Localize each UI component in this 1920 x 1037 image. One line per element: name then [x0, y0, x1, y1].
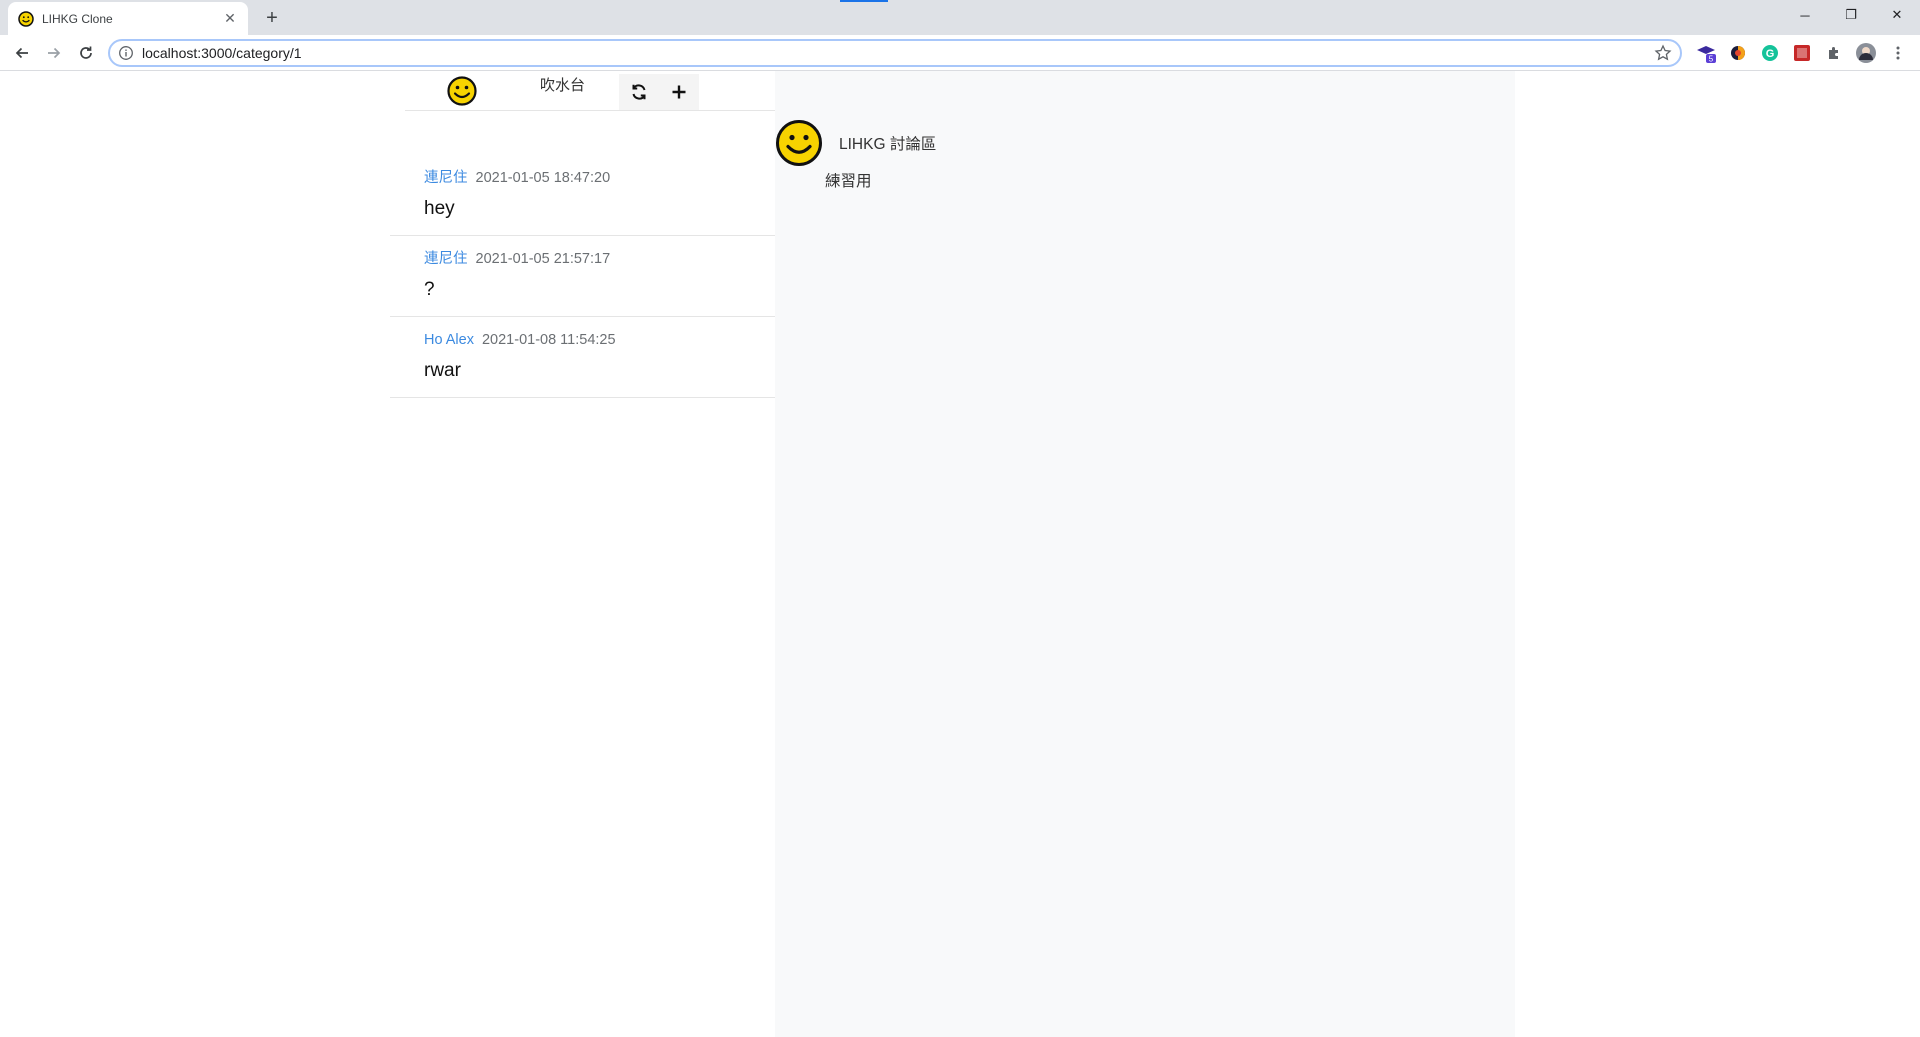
back-button[interactable]: [8, 39, 36, 67]
tab-title: LIHKG Clone: [42, 11, 113, 26]
thread-list-panel: 吹水台 連尼住 2021-01-05 18:47:20 hey 連尼住 2021…: [390, 71, 775, 1037]
refresh-icon: [632, 84, 646, 100]
extension-colorful-icon[interactable]: [1726, 41, 1750, 65]
thread-time: 2021-01-08 11:54:25: [481, 332, 616, 348]
thread-author[interactable]: 連尼住: [424, 170, 468, 186]
smiley-favicon-icon: [18, 10, 34, 27]
svg-text:G: G: [1766, 48, 1775, 60]
smiley-board-logo-icon: [776, 120, 822, 166]
back-arrow-icon: [15, 47, 28, 59]
browser-menu-icon[interactable]: [1886, 41, 1910, 65]
tab-close-icon[interactable]: ✕: [222, 10, 238, 27]
thread-author[interactable]: Ho Alex: [424, 332, 474, 348]
topbar-button-group: [619, 74, 699, 110]
thread-subject[interactable]: hey: [424, 198, 775, 220]
thread-item[interactable]: Ho Alex 2021-01-08 11:54:25 rwar: [390, 317, 775, 398]
forward-arrow-icon: [48, 47, 61, 59]
category-topbar: 吹水台: [405, 71, 775, 111]
extensions-area: 5 G: [1694, 39, 1910, 67]
board-description: 練習用: [825, 173, 872, 190]
bookmark-star-icon[interactable]: [1654, 44, 1672, 62]
window-controls: ─ ❐ ✕: [1782, 0, 1920, 30]
restore-button[interactable]: ❐: [1828, 0, 1874, 30]
grammarly-icon[interactable]: G: [1758, 41, 1782, 65]
reload-icon: [80, 46, 92, 59]
new-tab-button[interactable]: +: [260, 6, 284, 30]
thread-time: 2021-01-05 21:57:17: [475, 251, 611, 267]
board-name: LIHKG 討論區: [839, 136, 937, 153]
reload-button[interactable]: [72, 39, 100, 67]
page-content: 吹水台 連尼住 2021-01-05 18:47:20 hey 連尼住 2021…: [0, 71, 1920, 1037]
refresh-button[interactable]: [619, 74, 659, 110]
extension-badge: 5: [1709, 55, 1714, 64]
thread-time: 2021-01-05 18:47:20: [475, 170, 611, 186]
forward-button[interactable]: [40, 39, 68, 67]
browser-tab[interactable]: LIHKG Clone ✕: [8, 2, 248, 35]
extension-graduation-icon[interactable]: 5: [1694, 41, 1718, 65]
address-bar[interactable]: [108, 39, 1682, 67]
new-thread-button[interactable]: [659, 74, 699, 110]
thread-item[interactable]: 連尼住 2021-01-05 21:57:17 ?: [390, 236, 775, 317]
thread-subject[interactable]: ?: [424, 279, 775, 301]
smiley-logo-icon[interactable]: [446, 75, 478, 107]
tab-strip-indicator: [840, 0, 888, 2]
close-window-button[interactable]: ✕: [1874, 0, 1920, 30]
thread-author[interactable]: 連尼住: [424, 251, 468, 267]
thread-list: 連尼住 2021-01-05 18:47:20 hey 連尼住 2021-01-05…: [390, 155, 775, 398]
browser-toolbar: 5 G: [0, 35, 1920, 71]
thread-item[interactable]: 連尼住 2021-01-05 18:47:20 hey: [390, 155, 775, 236]
site-info-icon[interactable]: [118, 45, 134, 61]
minimize-button[interactable]: ─: [1782, 0, 1828, 30]
thread-subject[interactable]: rwar: [424, 360, 775, 382]
profile-avatar-icon[interactable]: [1854, 41, 1878, 65]
url-input[interactable]: [142, 45, 1654, 61]
browser-tab-strip: LIHKG Clone ✕ + ─ ❐ ✕: [0, 0, 1920, 35]
plus-icon: [672, 85, 686, 99]
extension-red-icon[interactable]: [1790, 41, 1814, 65]
board-info-panel: LIHKG 討論區 練習用: [775, 71, 1515, 1037]
category-title: 吹水台: [540, 77, 586, 94]
extensions-puzzle-icon[interactable]: [1822, 41, 1846, 65]
